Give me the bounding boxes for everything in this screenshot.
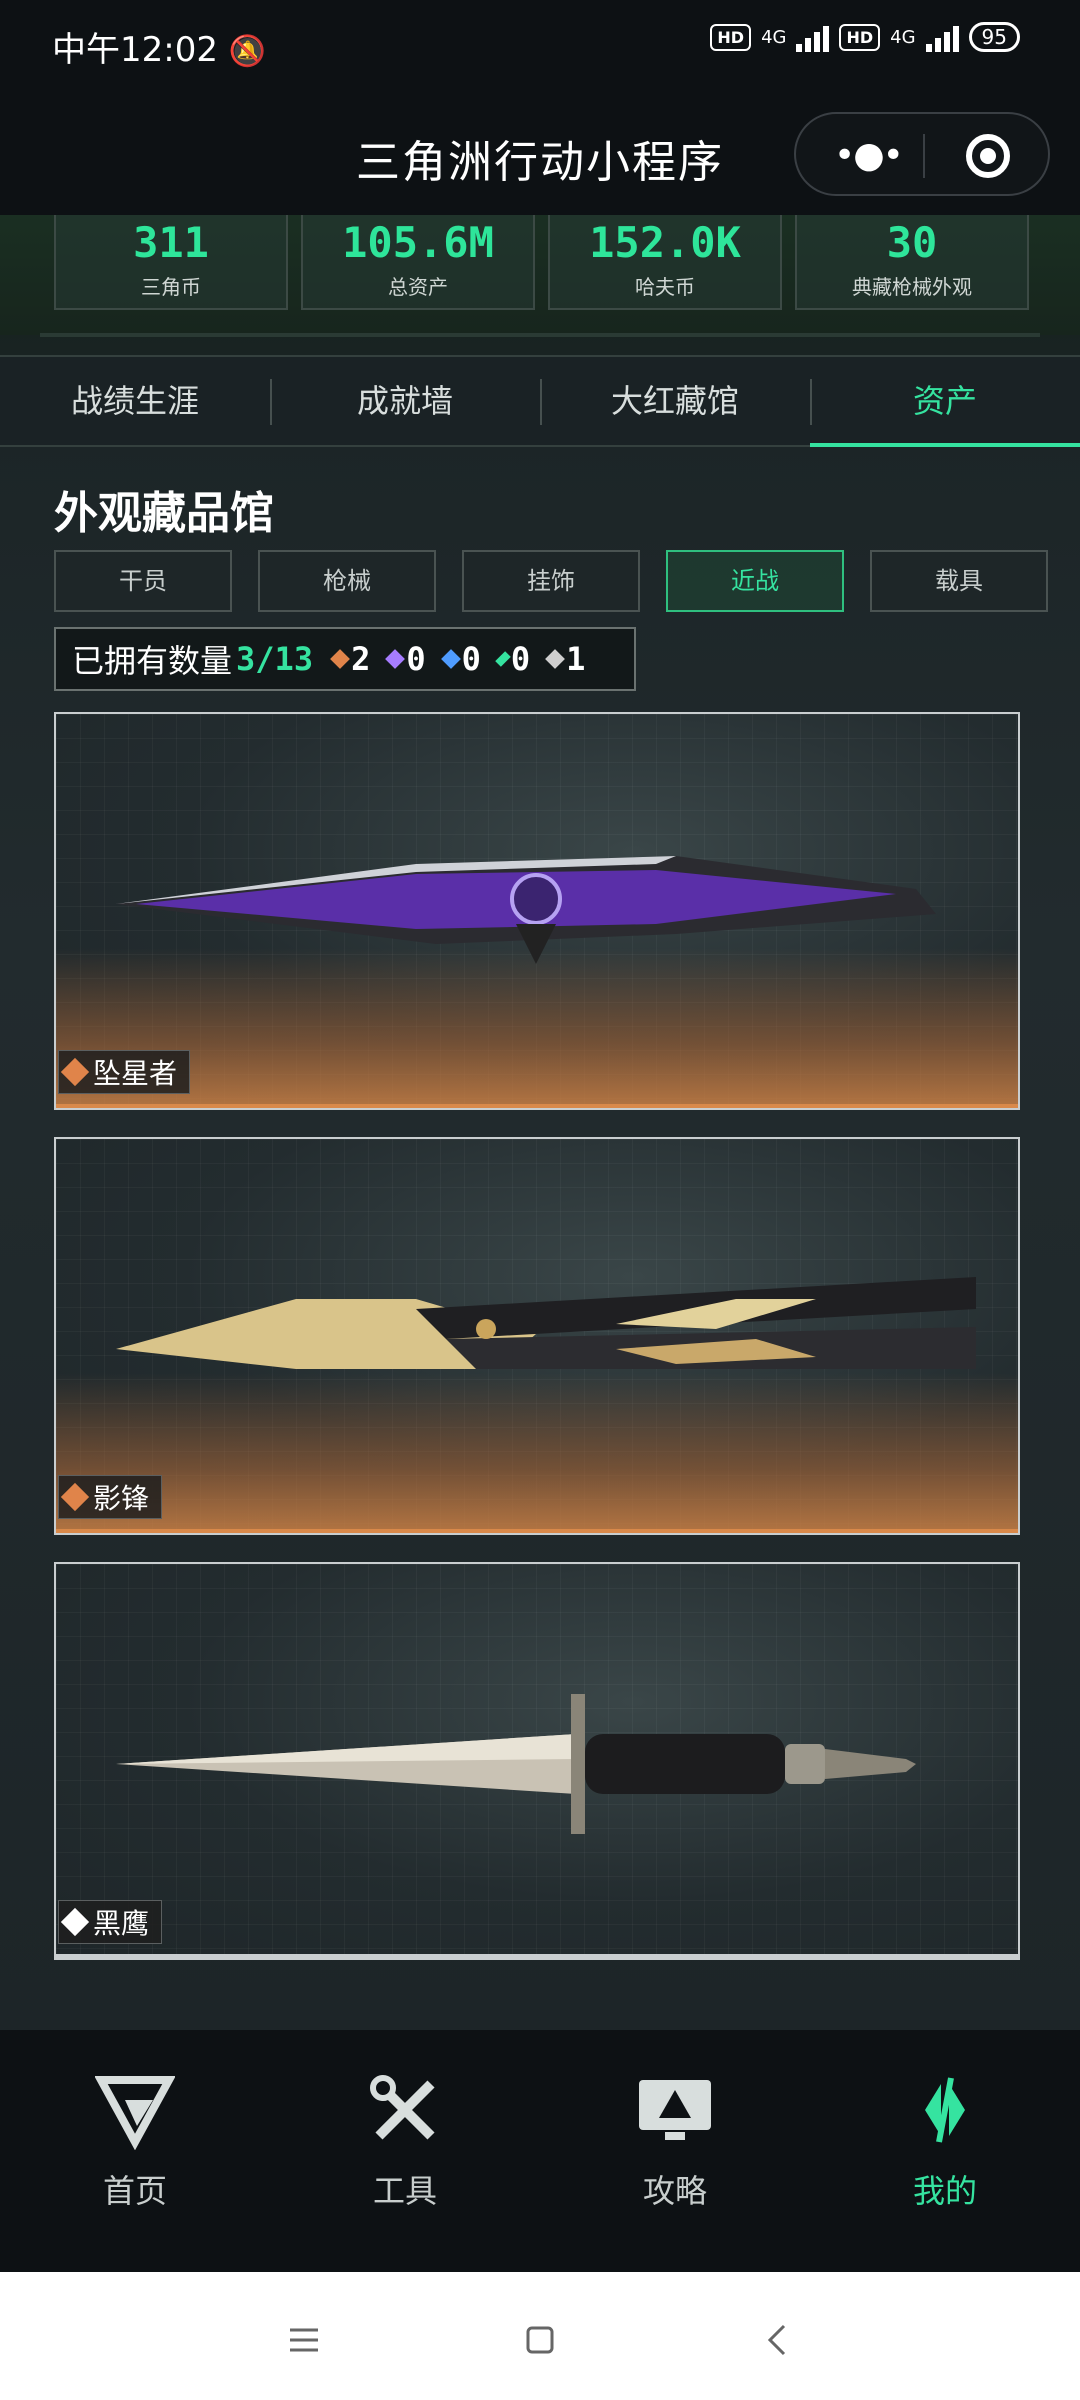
item-name: 影锋: [93, 1482, 150, 1515]
status-indicators: HD 4G HD 4G 95: [710, 22, 1020, 52]
guide-monitor-icon: [639, 2080, 711, 2140]
rarity-diamond-icon: [385, 649, 406, 669]
rarity-diamond-icon: [330, 649, 350, 669]
rarity-value: 1: [566, 640, 586, 678]
tabbar-tools[interactable]: 工具: [270, 2070, 540, 2212]
item-card-starfall[interactable]: 坠星者: [54, 712, 1020, 1110]
stats-divider: [40, 333, 1040, 337]
tabbar-guide[interactable]: 攻略: [540, 2070, 810, 2212]
stat-value: 152.0K: [589, 218, 741, 267]
tabbar-label: 我的: [912, 2172, 977, 2210]
system-nav-bar: [0, 2272, 1080, 2400]
profile-logo-icon: [925, 2077, 965, 2143]
item-card-shadowblade[interactable]: 影锋: [54, 1137, 1020, 1535]
stat-label: 三角币: [141, 275, 201, 299]
card-bottom-border: [56, 1529, 1018, 1533]
stat-value: 311: [133, 218, 209, 267]
home-square-icon[interactable]: [520, 2320, 560, 2360]
tabbar-profile[interactable]: 我的: [810, 2070, 1080, 2212]
gold-butterfly-knife-icon: [116, 1277, 976, 1369]
filter-charms[interactable]: 挂饰: [462, 550, 640, 612]
filter-operator[interactable]: 干员: [54, 550, 232, 612]
category-filters: 干员 枪械 挂饰 近战 载具: [54, 550, 1050, 612]
signal-icon-2: [925, 22, 959, 52]
network-type-2: 4G: [890, 26, 916, 48]
stat-delta-coin: 311 三角币: [54, 215, 288, 310]
menu-icon[interactable]: [284, 2320, 324, 2360]
rarity-value: 0: [461, 640, 481, 678]
hd-badge: HD: [710, 23, 752, 51]
stat-value: 105.6M: [342, 218, 494, 267]
main-content: 311 三角币 105.6M 总资产 152.0K 哈夫币 30 典藏枪械外观 …: [0, 215, 1080, 2030]
combat-knife-icon: [116, 1694, 916, 1834]
stats-panel: 311 三角币 105.6M 总资产 152.0K 哈夫币 30 典藏枪械外观: [0, 215, 1080, 337]
owned-label: 已拥有数量: [72, 642, 233, 680]
owned-count: 3/13: [236, 640, 314, 678]
rarity-white-count: 1: [545, 640, 586, 678]
tools-icon: [370, 2075, 435, 2140]
tabbar-home[interactable]: 首页: [0, 2070, 270, 2212]
tabbar-label: 工具: [372, 2172, 437, 2210]
network-type: 4G: [761, 26, 787, 48]
rarity-diamond-icon: [440, 649, 461, 669]
tab-career[interactable]: 战绩生涯: [0, 357, 270, 445]
item-name: 黑鹰: [93, 1907, 150, 1940]
time-text: 中午12:02: [52, 30, 218, 70]
card-bottom-border: [56, 1104, 1018, 1108]
item-card-black-hawk[interactable]: 黑鹰: [54, 1562, 1020, 1960]
rarity-diamond-icon: [545, 649, 566, 669]
section-title: 外观藏品馆: [54, 488, 274, 539]
rarity-value: 0: [510, 640, 531, 678]
item-name: 坠星者: [93, 1057, 178, 1090]
bottom-tab-bar: 首页 工具 攻略 我的: [0, 2030, 1080, 2272]
item-name-tag: 黑鹰: [58, 1900, 163, 1944]
miniprogram-capsule: •●•: [794, 112, 1050, 196]
signal-icon: [796, 22, 830, 52]
stat-label: 哈夫币: [635, 275, 695, 299]
nav-bar: 三角洲行动小程序 •●•: [0, 100, 1080, 215]
rarity-diamond-icon: [60, 1482, 90, 1512]
hd-badge-2: HD: [839, 23, 881, 51]
rarity-value: 0: [406, 640, 426, 678]
close-target-icon[interactable]: [966, 134, 1010, 178]
section-tabs: 战绩生涯 成就墙 大红藏馆 资产: [0, 355, 1080, 447]
tab-red-collection[interactable]: 大红藏馆: [540, 357, 810, 445]
more-options-icon[interactable]: •●•: [834, 138, 904, 174]
back-chevron-icon[interactable]: [758, 2320, 798, 2360]
mute-bell-icon: 🔕: [228, 34, 267, 69]
card-bottom-border: [56, 1954, 1018, 1958]
filter-firearms[interactable]: 枪械: [258, 550, 436, 612]
rarity-gold-count: 2: [330, 640, 371, 678]
item-name-tag: 坠星者: [58, 1050, 191, 1094]
tab-assets[interactable]: 资产: [810, 357, 1080, 447]
rarity-purple-count: 0: [385, 640, 426, 678]
item-name-tag: 影锋: [58, 1475, 163, 1519]
rarity-blue-count: 0: [440, 640, 481, 678]
stat-label: 典藏枪械外观: [852, 275, 972, 299]
stat-value: 30: [886, 218, 938, 267]
tab-achievements[interactable]: 成就墙: [270, 357, 540, 445]
capsule-divider: [923, 134, 925, 178]
tabbar-label: 攻略: [642, 2172, 707, 2210]
tabbar-label: 首页: [102, 2172, 167, 2210]
rarity-diamond-icon: [60, 1907, 90, 1937]
rarity-value: 2: [351, 640, 371, 678]
stat-havoc-coin: 152.0K 哈夫币: [548, 215, 782, 310]
status-bar: 中午12:02 🔕 HD 4G HD 4G 95: [0, 0, 1080, 100]
home-logo-icon: [94, 2076, 176, 2151]
stat-label: 总资产: [388, 275, 448, 299]
rarity-diamond-icon: [495, 651, 511, 667]
purple-dagger-icon: [116, 856, 936, 964]
rarity-green-count: 0: [495, 640, 531, 678]
rarity-diamond-icon: [60, 1057, 90, 1087]
status-time: 中午12:02 🔕: [52, 22, 266, 71]
filter-vehicles[interactable]: 载具: [870, 550, 1048, 612]
filter-melee[interactable]: 近战: [666, 550, 844, 612]
stat-total-assets: 105.6M 总资产: [301, 215, 535, 310]
stat-collector-skins: 30 典藏枪械外观: [795, 215, 1029, 310]
battery-indicator: 95: [968, 22, 1020, 52]
owned-count-bar: 已拥有数量 3/13 2 0 0 0 1: [54, 627, 636, 691]
